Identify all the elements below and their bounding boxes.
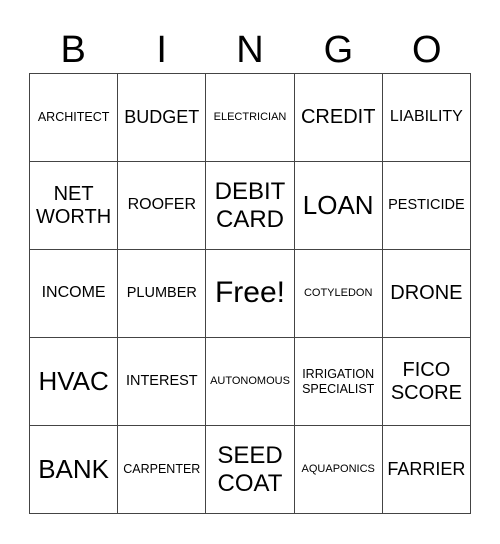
bingo-cell[interactable]: DRONE	[382, 250, 471, 338]
bingo-cell[interactable]: INCOME	[30, 250, 119, 338]
bingo-cell[interactable]: IRRIGATION SPECIALIST	[294, 338, 383, 426]
bingo-cell[interactable]: AQUAPONICS	[294, 426, 383, 514]
bingo-cell[interactable]: BUDGET	[118, 74, 207, 162]
bingo-cell[interactable]: LIABILITY	[382, 74, 471, 162]
header-letter-n: N	[236, 29, 264, 71]
bingo-cell[interactable]: ELECTRICIAN	[206, 74, 295, 162]
header-letter-b: B	[60, 29, 86, 71]
free-space-cell[interactable]: Free!	[206, 250, 295, 338]
bingo-cell[interactable]: AUTONOMOUS	[206, 338, 295, 426]
bingo-cell[interactable]: CREDIT	[294, 74, 383, 162]
bingo-cell[interactable]: COTYLEDON	[294, 250, 383, 338]
header-letter-i: I	[156, 29, 167, 71]
bingo-cell[interactable]: PESTICIDE	[382, 162, 471, 250]
bingo-cell[interactable]: FICO SCORE	[382, 338, 471, 426]
bingo-cell[interactable]: HVAC	[30, 338, 119, 426]
bingo-cell[interactable]: NET WORTH	[30, 162, 119, 250]
header-letter-o: O	[412, 29, 442, 71]
bingo-cell[interactable]: SEED COAT	[206, 426, 295, 514]
bingo-cell[interactable]: DEBIT CARD	[206, 162, 295, 250]
bingo-grid: ARCHITECT BUDGET ELECTRICIAN CREDIT LIAB…	[29, 73, 471, 514]
header-letter-g: G	[323, 29, 354, 71]
bingo-cell[interactable]: FARRIER	[382, 426, 471, 514]
bingo-cell[interactable]: PLUMBER	[118, 250, 207, 338]
bingo-cell[interactable]: ARCHITECT	[30, 74, 119, 162]
bingo-cell[interactable]: BANK	[30, 426, 119, 514]
bingo-cell[interactable]: LOAN	[294, 162, 383, 250]
bingo-cell[interactable]: INTEREST	[118, 338, 207, 426]
bingo-cell[interactable]: CARPENTER	[118, 426, 207, 514]
bingo-cell[interactable]: ROOFER	[118, 162, 207, 250]
bingo-header: B I N G O	[29, 26, 471, 74]
